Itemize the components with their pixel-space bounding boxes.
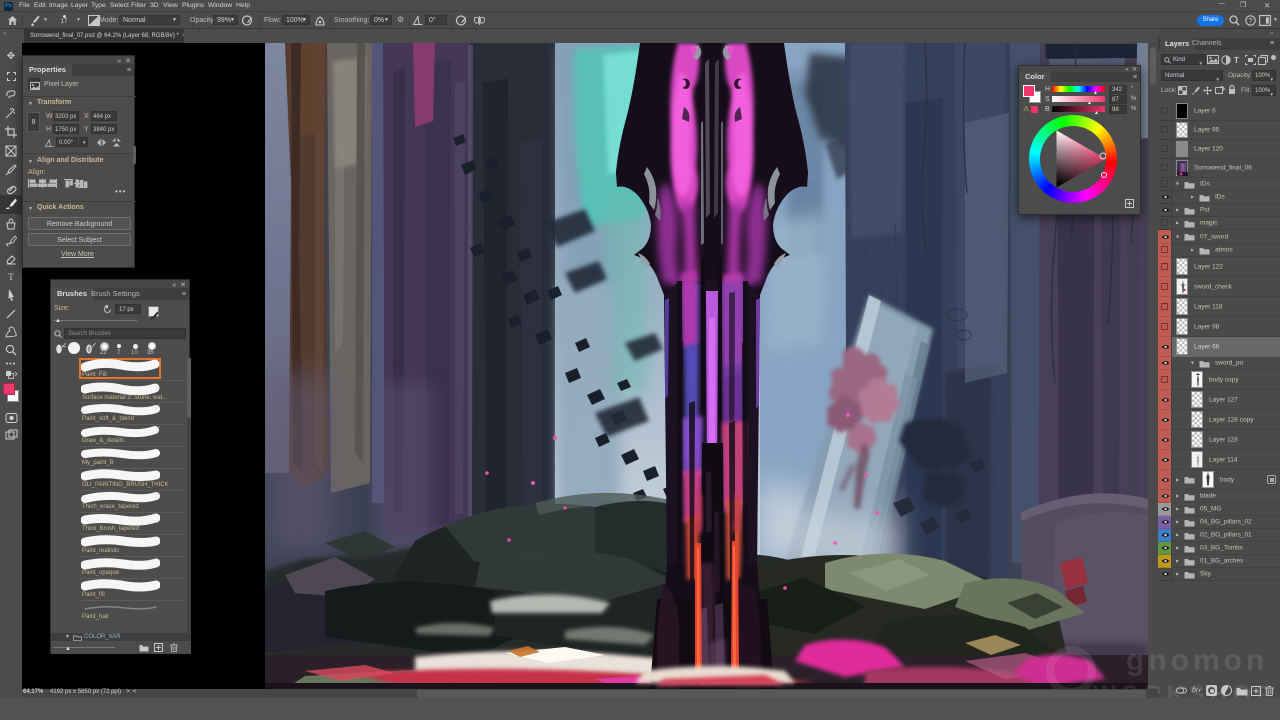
svg-text:?: ?: [1249, 18, 1253, 25]
